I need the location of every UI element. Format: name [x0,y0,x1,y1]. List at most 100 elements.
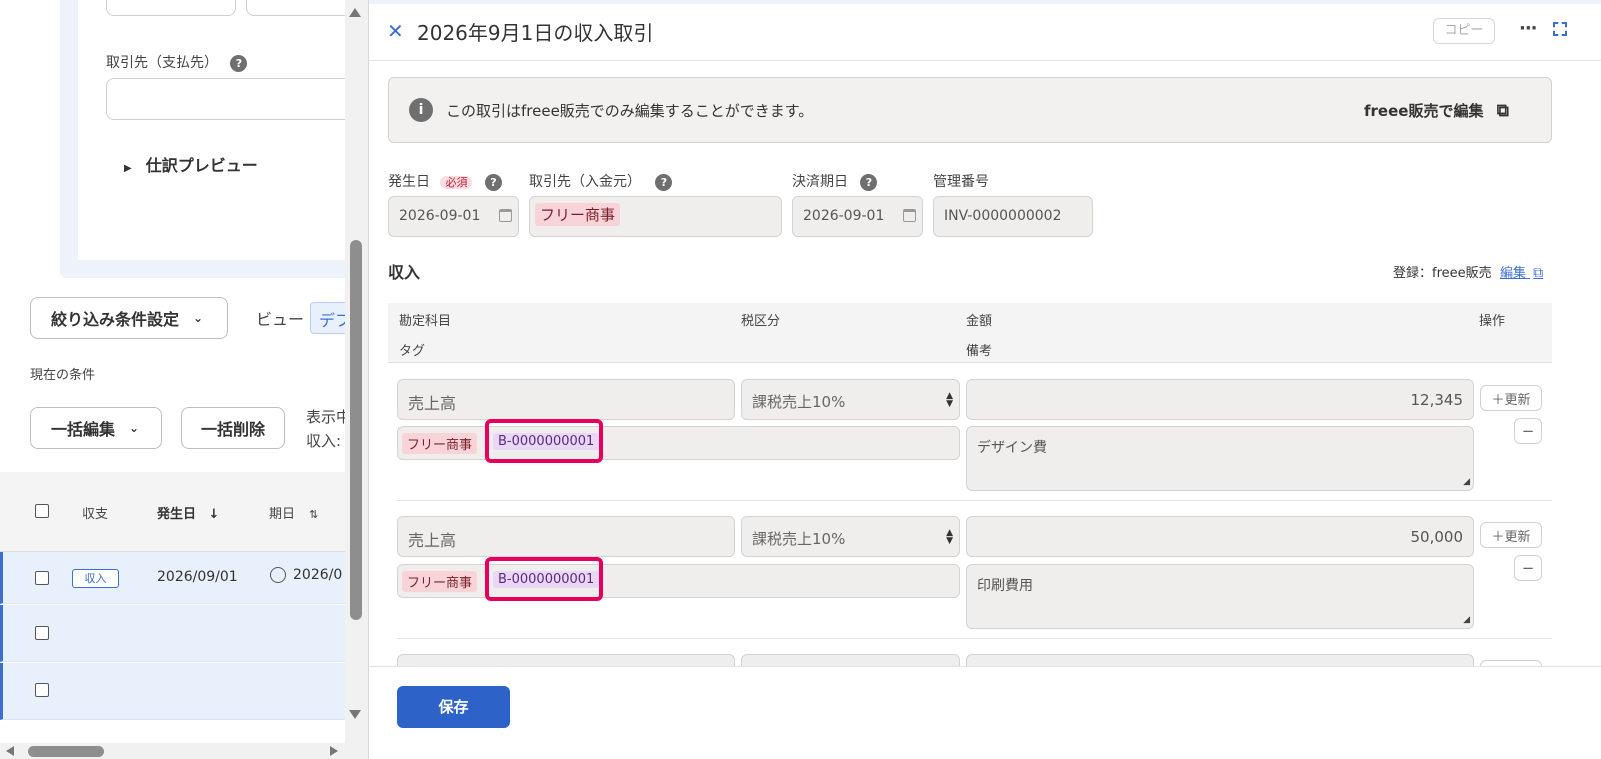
account-field[interactable]: 売上高 [397,516,735,557]
partner-label: 取引先（支払先） ? [106,52,248,72]
top-field-2[interactable] [246,0,356,16]
col-tag: タグ [399,344,426,359]
vertical-scroll-thumb[interactable] [350,240,362,620]
bulk-delete-button[interactable]: 一括削除 [181,407,285,449]
tax-select[interactable]: 課税売上10% ▲ ▼ [741,516,960,557]
chevron-down-icon: ⌄ [193,311,204,325]
col-tax: 税区分 [741,314,781,329]
income-count-label: 収入: [306,432,342,450]
amount-field[interactable]: 50,000 [966,516,1474,557]
col-date-label: 発生日 [157,507,197,522]
resize-grip-icon[interactable]: ◢ [1463,477,1470,487]
save-button[interactable]: 保存 [397,686,510,728]
top-field-1[interactable] [106,0,236,16]
tag-field[interactable]: フリー商事 [397,426,960,460]
memo-field[interactable]: デザイン費 ◢ [966,426,1474,491]
row-checkbox[interactable] [35,626,49,640]
notice-text: この取引はfreee販売でのみ編集することができます。 [446,102,814,120]
memo-value: デザイン費 [977,440,1047,456]
help-icon[interactable]: ? [655,174,673,191]
registered-by: 登録：freee販売 [1393,266,1492,281]
mgmt-number-field[interactable]: INV-0000000002 [933,196,1093,237]
memo-field[interactable]: 印刷費用 ◢ [966,564,1474,629]
scroll-up-icon[interactable] [349,8,361,17]
account-value: 売上高 [408,394,457,413]
required-badge: 必須 [440,176,473,189]
account-field[interactable]: 売上高 [397,379,735,420]
current-conditions: 現在の条件 [30,368,96,383]
date-field[interactable]: 2026-09-01 [388,196,519,237]
filter-button-label: 絞り込み条件設定 [51,310,180,329]
resize-grip-icon[interactable]: ◢ [1463,615,1470,625]
due-label: 決済期日 [792,174,848,190]
partner-label-group: 取引先（入金元） ? [529,171,673,191]
sort-icon: ⇅ [309,508,319,521]
section-edit-link[interactable]: 編集 ⧉ [1500,262,1543,281]
due-label-group: 決済期日 ? [792,171,878,191]
date-label-group: 発生日 必須 ? [388,171,502,191]
bulk-edit-button[interactable]: 一括編集 ⌄ [30,407,162,449]
account-value: 売上高 [408,531,457,550]
table-row[interactable] [0,663,345,720]
scroll-left-icon[interactable] [6,746,14,756]
tax-select[interactable]: 課税売上10% ▲ ▼ [741,379,960,420]
select-all-checkbox[interactable] [35,504,49,518]
drawer-footer [369,666,1601,759]
scroll-right-icon[interactable] [330,746,338,756]
horizontal-scroll-thumb[interactable] [28,746,104,757]
partner-label: 取引先（入金元） [529,174,641,190]
number-tag: B-0000000001 [493,571,600,588]
external-link-icon: ⧉ [1533,265,1544,281]
row-checkbox[interactable] [35,571,49,585]
chevron-down-icon: ⌄ [129,421,140,435]
drawer-title: 2026年9月1日の収入取引 [417,21,654,45]
table-row[interactable] [0,605,345,662]
help-icon[interactable]: ? [860,174,878,191]
help-icon[interactable]: ? [484,174,502,191]
section-edit-label: 編集 [1500,266,1527,281]
line-divider [397,500,1552,501]
col-due[interactable]: 期日 ⇅ [269,503,318,522]
partner-tag: フリー商事 [535,203,621,226]
calendar-icon [499,209,512,222]
col-due-label: 期日 [269,507,296,522]
scroll-down-icon[interactable] [349,710,361,719]
edit-in-freee-link[interactable]: freee販売で編集 ⧉ [1364,100,1509,121]
partner-field[interactable]: フリー商事 [529,196,782,237]
amount-field[interactable]: 12,345 [966,379,1474,420]
help-icon[interactable]: ? [230,55,248,72]
more-icon[interactable]: ··· [1519,18,1537,39]
col-date[interactable]: 発生日 ↓ [157,503,219,522]
date-label: 発生日 [388,174,430,190]
update-button[interactable]: ＋更新 [1480,385,1542,411]
remove-line-icon[interactable]: − [1514,555,1542,581]
tax-value: 課税売上10% [752,530,846,548]
col-memo: 備考 [966,344,993,359]
select-arrows-icon: ▲ ▼ [946,391,953,409]
copy-button[interactable]: コピー [1433,18,1495,44]
row-checkbox[interactable] [35,683,49,697]
row-due: 2026/0 [293,567,343,583]
memo-value: 印刷費用 [977,578,1033,594]
close-icon[interactable]: ✕ [387,19,404,43]
journal-preview-toggle[interactable]: ▶ 仕訳プレビュー [124,152,258,176]
select-arrows-icon: ▲ ▼ [946,528,953,546]
edit-in-freee-label: freee販売で編集 [1364,102,1484,120]
calendar-icon [903,209,916,222]
mgmt-number-value: INV-0000000002 [944,208,1062,224]
journal-preview-label: 仕訳プレビュー [145,156,258,175]
due-field[interactable]: 2026-09-01 [792,196,923,237]
info-icon: i [409,98,433,122]
header-divider [369,60,1601,61]
partner-input[interactable] [106,78,366,120]
col-amount: 金額 [966,314,993,329]
expand-icon[interactable] [1553,22,1567,36]
row-date: 2026/09/01 [157,569,238,585]
top-accent-line [369,0,1601,4]
filter-button[interactable]: 絞り込み条件設定 ⌄ [30,297,228,339]
update-button[interactable]: ＋更新 [1480,522,1542,548]
tag-field[interactable]: フリー商事 [397,564,960,598]
external-link-icon: ⧉ [1496,101,1509,121]
remove-line-icon[interactable]: − [1514,418,1542,444]
partner-tag: フリー商事 [402,571,478,592]
